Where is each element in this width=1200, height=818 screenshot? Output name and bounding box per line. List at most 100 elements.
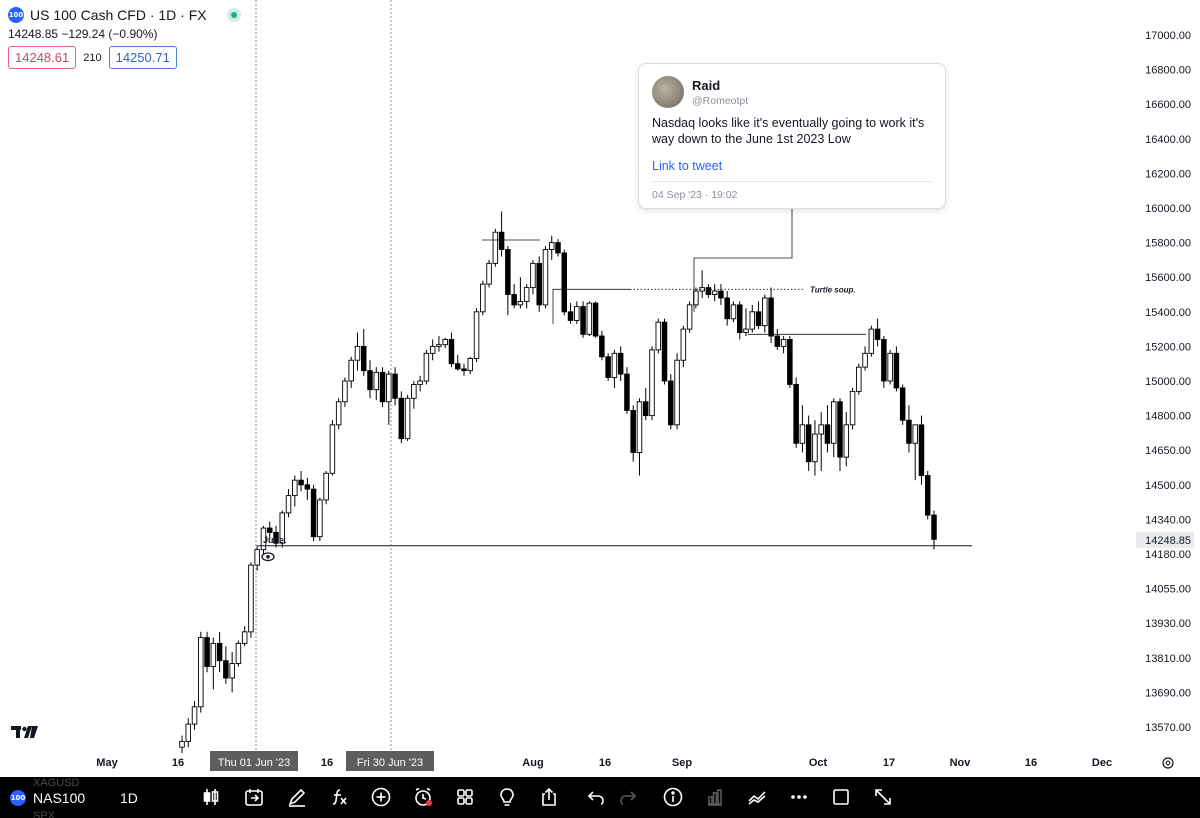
brush-icon[interactable] (286, 786, 308, 808)
candle (674, 353, 680, 430)
time-tick-label: Thu 01 Jun '23 (218, 757, 290, 769)
candle-body (411, 384, 417, 399)
candle (617, 346, 624, 381)
candle (461, 363, 467, 376)
candle (248, 562, 254, 638)
trend-icon[interactable] (746, 786, 768, 808)
candle (517, 277, 524, 309)
candle (680, 325, 687, 368)
ideas-icon[interactable] (496, 786, 518, 808)
candle-body (204, 637, 210, 667)
price-chart[interactable]: June. Turtle soup. 17000.00 16800.00 16600.… (0, 0, 1200, 818)
candle-body (436, 344, 442, 347)
candle-body (862, 352, 868, 368)
sell-button[interactable]: 14248.61 (8, 46, 77, 69)
candle (705, 284, 712, 298)
bottom-toolbar: XAGUSD 100 NAS100 1D SPX (0, 777, 1200, 818)
symbol-logo[interactable]: 100 (8, 7, 24, 23)
candle (392, 367, 398, 406)
price-tick-label: 14500.00 (1145, 480, 1191, 492)
settings-gear-icon[interactable] (1162, 757, 1174, 769)
candle (755, 301, 762, 330)
price-tick-label: 13570.00 (1145, 722, 1191, 734)
tweet-date: 04 Sep '23 · 19:02 (652, 189, 738, 201)
undo-icon[interactable] (585, 786, 607, 808)
candle (906, 405, 912, 453)
price-tick-label: 15600.00 (1145, 272, 1191, 284)
replay-icon[interactable] (243, 786, 265, 808)
price-tick-label: 16200.00 (1145, 168, 1191, 180)
candle-body (749, 311, 756, 330)
fullscreen-square-icon[interactable] (830, 786, 852, 808)
candle-body (367, 370, 373, 391)
watchlist-ghost-symbol-2: SPX (33, 810, 56, 818)
add-icon[interactable] (370, 786, 392, 808)
symbol-selector[interactable]: NAS100 (33, 790, 85, 806)
candle-body (912, 424, 918, 444)
candle-body (179, 740, 185, 748)
share-icon[interactable] (538, 786, 560, 808)
eye-icon[interactable] (261, 552, 275, 562)
redo-icon[interactable] (617, 786, 639, 808)
candle-body (235, 642, 242, 665)
bar-chart-icon[interactable] (704, 786, 726, 808)
candle (292, 475, 298, 507)
candles-icon[interactable] (200, 786, 222, 808)
candle (429, 339, 436, 361)
alert-icon[interactable] (412, 786, 434, 808)
candle (555, 239, 561, 257)
more-icon[interactable] (788, 786, 810, 808)
candle (210, 637, 217, 690)
candle-body (241, 631, 248, 644)
candle (417, 375, 423, 392)
tradingview-logo-icon[interactable] (11, 725, 39, 739)
candle-body (799, 424, 806, 444)
tweet-card[interactable]: Raid @Romeotpt Nasdaq looks like it's ev… (638, 63, 946, 209)
candle-body (780, 339, 787, 347)
interval-selector[interactable]: 1D (120, 790, 138, 806)
candle-body (417, 380, 423, 385)
candle (542, 246, 549, 309)
candle-body (480, 283, 486, 313)
tweet-author-name: Raid (692, 77, 721, 93)
candle-body (229, 663, 235, 679)
tweet-link[interactable]: Link to tweet (652, 159, 932, 173)
candle (661, 318, 668, 385)
candle (743, 308, 749, 337)
candle (649, 346, 655, 421)
candle (787, 336, 793, 388)
candle (398, 391, 405, 444)
candle (530, 259, 536, 295)
candle (523, 284, 530, 309)
candle-body (881, 339, 887, 382)
candle-body (216, 642, 223, 662)
candle-body (843, 424, 850, 458)
buy-button[interactable]: 14250.71 (108, 46, 177, 69)
symbol-title[interactable]: US 100 Cash CFD · 1D · FX (30, 7, 207, 23)
expand-icon[interactable] (872, 786, 894, 808)
candle-body (874, 328, 881, 340)
info-icon[interactable] (662, 786, 684, 808)
candle (373, 367, 380, 401)
candle-body (567, 311, 574, 321)
candle-body (762, 297, 768, 327)
candle (360, 329, 367, 376)
candle (849, 387, 856, 430)
time-tick-label: 17 (883, 757, 895, 769)
candle (574, 301, 580, 324)
candle-body (335, 401, 342, 426)
candle-body (317, 499, 323, 538)
candle (454, 355, 461, 371)
avatar (652, 76, 684, 108)
indicators-icon[interactable] (328, 786, 350, 808)
candle (718, 284, 724, 305)
candle (511, 284, 517, 309)
candle-body (824, 424, 831, 444)
candle (824, 405, 831, 453)
layouts-icon[interactable] (454, 786, 476, 808)
price-tick-label: 13930.00 (1145, 618, 1191, 630)
toolbar-symbol-logo[interactable]: 100 (10, 790, 26, 806)
candle-body (787, 339, 793, 385)
candle-body (323, 472, 329, 501)
candle-body (210, 642, 217, 667)
